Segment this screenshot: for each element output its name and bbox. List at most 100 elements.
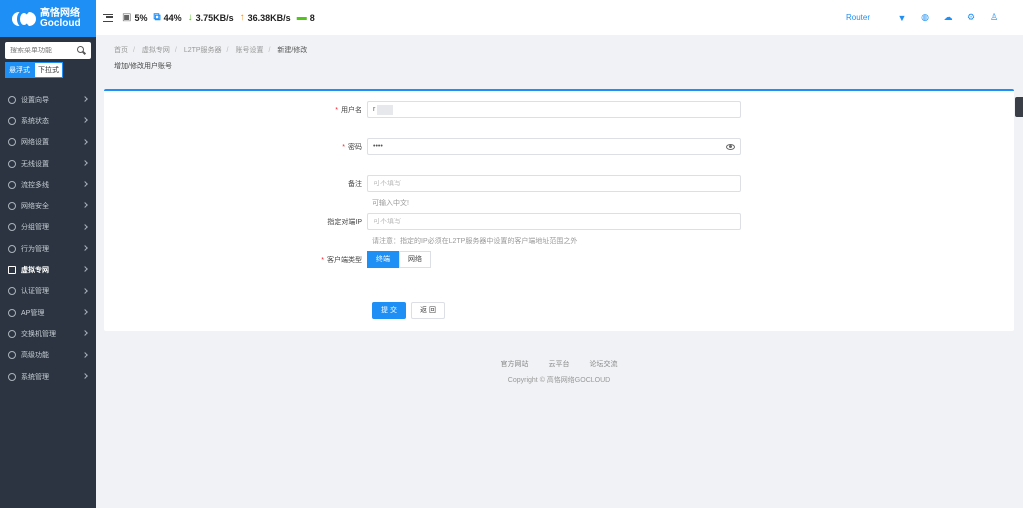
peer-ip-field (367, 213, 741, 230)
sidebar-item-label: 认证管理 (21, 288, 49, 296)
flow-icon (8, 180, 16, 189)
client-type-network[interactable]: 网络 (399, 251, 431, 268)
chevron-right-icon (82, 181, 88, 188)
memory-value: 44% (163, 12, 182, 23)
logo[interactable]: 高恪网络 Gocloud (0, 0, 96, 37)
sidebar-menu: 设置向导系统状态网络设置无线设置流控多线网络安全分组管理行为管理虚拟专网认证管理… (0, 89, 96, 387)
sidebar-item-7[interactable]: 行为管理 (0, 238, 96, 259)
header-actions: Router ▼ ◍ ☁ ⚙ ♙ (846, 0, 999, 35)
sidebar-item-3[interactable]: 无线设置 (0, 153, 96, 174)
chevron-right-icon (82, 287, 88, 294)
peer-ip-row: 指定对端IP (104, 213, 741, 230)
filter-icon (8, 244, 16, 253)
sidebar-item-label: 分组管理 (21, 224, 49, 232)
sidebar-item-10[interactable]: AP管理 (0, 302, 96, 323)
sidebar-item-0[interactable]: 设置向导 (0, 89, 96, 110)
sidebar-item-1[interactable]: 系统状态 (0, 110, 96, 131)
sidebar-item-11[interactable]: 交换机管理 (0, 323, 96, 344)
cloud-icon[interactable]: ☁ (943, 12, 953, 23)
client-type-row: * 客户端类型 终端 网络 (104, 251, 431, 268)
breadcrumb: 首页 / 虚拟专网 / L2TP服务器 / 账号设置 / 新建/修改 (114, 47, 308, 54)
mode-tab-dropdown[interactable]: 下拉式 (34, 62, 63, 78)
router-link[interactable]: Router (846, 13, 870, 22)
peer-ip-input[interactable] (373, 218, 735, 225)
sidebar-item-label: 虚拟专网 (21, 267, 49, 275)
chevron-right-icon (82, 96, 88, 102)
eye-icon[interactable] (726, 143, 735, 150)
rocket-icon (8, 351, 16, 360)
sidebar-item-label: AP管理 (21, 309, 45, 317)
password-field[interactable]: •••• (367, 138, 741, 155)
page-title: 增加/修改用户账号 (114, 63, 172, 70)
password-value: •••• (373, 143, 383, 150)
footer-link-official[interactable]: 官方网站 (501, 361, 529, 368)
chevron-right-icon (82, 223, 88, 230)
remark-hint: 可输入中文! (372, 200, 409, 207)
memory-icon: ⧉ (153, 12, 161, 23)
footer-link-forum[interactable]: 论坛交流 (589, 361, 617, 368)
side-panel-handle[interactable] (1015, 97, 1023, 117)
sidebar-item-label: 网络安全 (21, 203, 49, 211)
chevron-right-icon (82, 245, 88, 251)
user-icon[interactable]: ♙ (989, 12, 999, 23)
sidebar-item-label: 行为管理 (21, 245, 49, 253)
group-icon (8, 223, 16, 232)
chevron-right-icon (82, 351, 88, 358)
sidebar-item-label: 流控多线 (21, 181, 49, 189)
settings-icon[interactable]: ⚙ (966, 12, 976, 23)
chevron-right-icon (82, 138, 88, 145)
sidebar-item-8[interactable]: 虚拟专网 (0, 259, 96, 280)
device-monitor-icon: ▬ (296, 12, 307, 23)
ap-icon (8, 308, 16, 317)
password-row: * 密码 •••• (104, 138, 741, 155)
remark-input[interactable] (373, 180, 735, 187)
breadcrumb-accounts[interactable]: 账号设置 (235, 47, 263, 54)
sidebar-item-6[interactable]: 分组管理 (0, 217, 96, 238)
breadcrumb-home[interactable]: 首页 (114, 47, 128, 54)
devices-stat: ▬ 8 (297, 12, 315, 23)
sidebar-item-2[interactable]: 网络设置 (0, 132, 96, 153)
chevron-right-icon (82, 330, 88, 337)
network-icon (8, 138, 16, 147)
mode-tab-float[interactable]: 悬浮式 (5, 62, 34, 78)
peer-ip-hint: 请注意：指定的IP必须在L2TP服务器中设置的客户端地址范围之外 (372, 238, 578, 245)
form-card: *用户名 r *密码 •••• 备注 可输入中文! 指定对端IP 请注意：指定的… (104, 89, 1014, 331)
top-header: ▣ 5% ⧉ 44% ↓ 3.75KB/s ↑ 36.38KB/s ▬ 8 Ro… (96, 0, 1023, 35)
shirt-icon[interactable]: ▼ (897, 13, 907, 23)
breadcrumb-l2tp[interactable]: L2TP服务器 (184, 47, 222, 54)
arrow-down-icon: ↓ (187, 12, 193, 23)
menu-search-input[interactable] (10, 47, 77, 54)
username-value: r (373, 106, 376, 113)
breadcrumb-vpn[interactable]: 虚拟专网 (142, 47, 170, 54)
sidebar-item-4[interactable]: 流控多线 (0, 174, 96, 195)
brand-name-en: Gocloud (40, 17, 81, 29)
shield-icon (8, 202, 16, 211)
sidebar-item-9[interactable]: 认证管理 (0, 281, 96, 302)
username-field[interactable]: r (367, 101, 741, 118)
submit-button[interactable]: 提 交 (372, 302, 406, 319)
peer-ip-label: 指定对端IP (327, 218, 362, 226)
footer-link-cloud[interactable]: 云平台 (549, 361, 570, 368)
globe-icon[interactable]: ◍ (920, 12, 930, 23)
devices-value: 8 (309, 12, 315, 23)
collapse-menu-icon[interactable] (103, 13, 113, 22)
client-type-toggle: 终端 网络 (367, 251, 431, 268)
sidebar-item-label: 设置向导 (21, 96, 49, 104)
client-type-terminal[interactable]: 终端 (367, 251, 399, 268)
download-stat: ↓ 3.75KB/s (188, 12, 234, 23)
sidebar-item-label: 无线设置 (21, 160, 49, 168)
upload-stat: ↑ 36.38KB/s (240, 12, 291, 23)
auth-icon (8, 287, 16, 296)
breadcrumb-area: 首页 / 虚拟专网 / L2TP服务器 / 账号设置 / 新建/修改 增加/修改用户账号 (104, 40, 1014, 74)
sidebar-item-label: 网络设置 (21, 139, 49, 147)
back-button[interactable]: 返 回 (411, 302, 445, 319)
remark-row: 备注 (104, 175, 741, 192)
sidebar-item-label: 系统状态 (21, 117, 49, 125)
search-icon[interactable] (77, 46, 86, 55)
cpu-icon: ▣ (122, 12, 132, 23)
chevron-right-icon (82, 202, 88, 209)
chevron-right-icon (82, 117, 88, 124)
cpu-stat: ▣ 5% (122, 12, 147, 23)
sidebar-item-5[interactable]: 网络安全 (0, 195, 96, 216)
sidebar: 高恪网络 Gocloud 悬浮式 下拉式 设置向导系统状态网络设置无线设置流控多… (0, 0, 96, 508)
